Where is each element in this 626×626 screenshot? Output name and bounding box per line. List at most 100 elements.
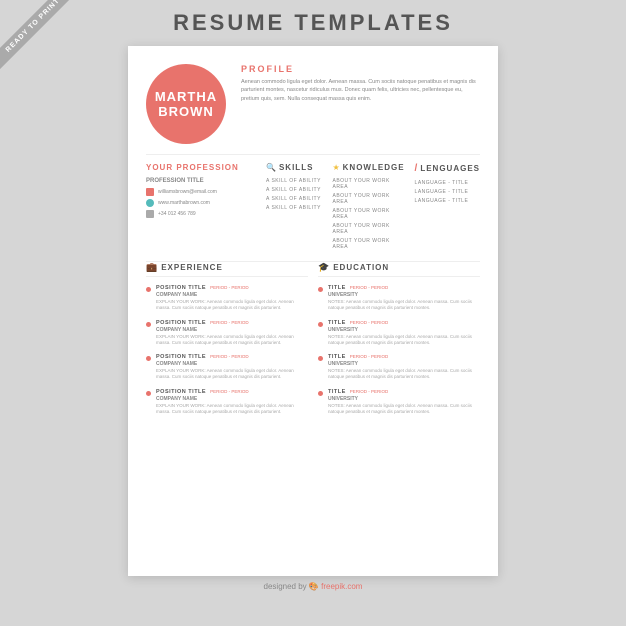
edu-desc-4: NOTES: Aenean commodo ligula eget dolor.… xyxy=(328,403,480,416)
resume-top-section: MARTHA BROWN PROFILE Aenean commodo ligu… xyxy=(128,46,498,154)
education-item-3: TITLE PERIOD - PERIOD University NOTES: … xyxy=(318,354,480,381)
edu-title-1: TITLE xyxy=(328,285,346,291)
experience-content-3: POSITION TITLE PERIOD - PERIOD COMPANY N… xyxy=(156,354,308,381)
email-icon xyxy=(146,188,154,196)
edu-date-1: PERIOD - PERIOD xyxy=(350,285,389,290)
skills-column: 🔍 SKILLS A SKILL OF ABILITY A SKILL OF A… xyxy=(266,163,322,253)
exp-date-1: PERIOD - PERIOD xyxy=(210,285,249,290)
exp-row-1: POSITION TITLE PERIOD - PERIOD xyxy=(156,285,308,291)
resume-paper: MARTHA BROWN PROFILE Aenean commodo ligu… xyxy=(128,46,498,576)
knowledge-title: KNOWLEDGE xyxy=(343,163,405,172)
search-icon: 🔍 xyxy=(266,163,276,172)
skill-item-3: A SKILL OF ABILITY xyxy=(266,196,322,202)
exp-company-1: COMPANY NAME xyxy=(156,292,308,298)
experience-item-3: POSITION TITLE PERIOD - PERIOD COMPANY N… xyxy=(146,354,308,381)
exp-company-2: COMPANY NAME xyxy=(156,327,308,333)
skills-title: SKILLS xyxy=(279,163,313,172)
education-content-2: TITLE PERIOD - PERIOD University NOTES: … xyxy=(328,320,480,347)
avatar-circle: MARTHA BROWN xyxy=(146,64,226,144)
edu-desc-3: NOTES: Aenean commodo ligula eget dolor.… xyxy=(328,368,480,381)
education-content-3: TITLE PERIOD - PERIOD University NOTES: … xyxy=(328,354,480,381)
contact-email-text: williamsbrown@email.com xyxy=(158,189,217,195)
footer-brand: 🎨 freepik.com xyxy=(309,582,363,591)
edu-date-2: PERIOD - PERIOD xyxy=(350,320,389,325)
experience-item-1: POSITION TITLE PERIOD - PERIOD COMPANY N… xyxy=(146,285,308,312)
page-title: RESUME TEMPLATES xyxy=(0,10,626,36)
education-title: EDUCATION xyxy=(333,263,389,272)
edu-date-4: PERIOD - PERIOD xyxy=(350,389,389,394)
skill-item-2: A SKILL OF ABILITY xyxy=(266,187,322,193)
knowledge-column: ★ KNOWLEDGE ABOUT YOUR WORK AREA ABOUT Y… xyxy=(332,163,404,253)
contact-phone: +34 012 456 789 xyxy=(146,210,256,218)
exp-desc-3: EXPLAIN YOUR WORK: Aenean commodo ligula… xyxy=(156,368,308,381)
exp-row-3: POSITION TITLE PERIOD - PERIOD xyxy=(156,354,308,360)
profile-section: PROFILE Aenean commodo ligula eget dolor… xyxy=(241,64,480,103)
experience-content-2: POSITION TITLE PERIOD - PERIOD COMPANY N… xyxy=(156,320,308,347)
education-item-2: TITLE PERIOD - PERIOD University NOTES: … xyxy=(318,320,480,347)
experience-column: 💼 EXPERIENCE POSITION TITLE PERIOD - PER… xyxy=(146,262,308,423)
exp-title-1: POSITION TITLE xyxy=(156,285,206,291)
briefcase-icon: 💼 xyxy=(146,262,157,273)
edu-company-1: University xyxy=(328,292,480,298)
timeline-dot-2 xyxy=(146,322,151,327)
edu-row-1: TITLE PERIOD - PERIOD xyxy=(328,285,480,291)
knowledge-item-2: ABOUT YOUR WORK AREA xyxy=(332,193,404,205)
languages-column: / LENGUAGES LANGUAGE - TITLE LANGUAGE - … xyxy=(415,163,480,253)
contact-web: www.marthabrown.com xyxy=(146,199,256,207)
skill-item-4: A SKILL OF ABILITY xyxy=(266,205,322,211)
language-item-1: LANGUAGE - TITLE xyxy=(415,180,480,186)
knowledge-item-3: ABOUT YOUR WORK AREA xyxy=(332,208,404,220)
edu-dot-3 xyxy=(318,356,323,361)
exp-row-4: POSITION TITLE PERIOD - PERIOD xyxy=(156,389,308,395)
exp-desc-1: EXPLAIN YOUR WORK: Aenean commodo ligula… xyxy=(156,299,308,312)
ribbon-text: READY TO PRINT xyxy=(0,0,77,70)
profile-text: Aenean commodo ligula eget dolor. Aenean… xyxy=(241,78,480,103)
timeline-dot-1 xyxy=(146,287,151,292)
education-column: 🎓 EDUCATION TITLE PERIOD - PERIOD Univer… xyxy=(318,262,480,423)
skill-item-1: A SKILL OF ABILITY xyxy=(266,178,322,184)
edu-desc-2: NOTES: Aenean commodo ligula eget dolor.… xyxy=(328,334,480,347)
edu-dot-4 xyxy=(318,391,323,396)
footer-text: designed by xyxy=(264,582,307,591)
name-first: MARTHA xyxy=(155,89,217,104)
contact-web-text: www.marthabrown.com xyxy=(158,200,210,206)
edu-row-4: TITLE PERIOD - PERIOD xyxy=(328,389,480,395)
experience-content-1: POSITION TITLE PERIOD - PERIOD COMPANY N… xyxy=(156,285,308,312)
education-content-1: TITLE PERIOD - PERIOD University NOTES: … xyxy=(328,285,480,312)
web-icon xyxy=(146,199,154,207)
graduation-icon: 🎓 xyxy=(318,262,329,273)
name-last: BROWN xyxy=(158,104,214,119)
exp-date-3: PERIOD - PERIOD xyxy=(210,354,249,359)
education-item-1: TITLE PERIOD - PERIOD University NOTES: … xyxy=(318,285,480,312)
knowledge-item-5: ABOUT YOUR WORK AREA xyxy=(332,238,404,250)
exp-title-2: POSITION TITLE xyxy=(156,320,206,326)
exp-date-4: PERIOD - PERIOD xyxy=(210,389,249,394)
languages-header: / LENGUAGES xyxy=(415,163,480,174)
ready-to-print-ribbon: READY TO PRINT xyxy=(0,0,90,90)
resume-bottom-section: 💼 EXPERIENCE POSITION TITLE PERIOD - PER… xyxy=(128,262,498,438)
edu-title-3: TITLE xyxy=(328,354,346,360)
contact-email: williamsbrown@email.com xyxy=(146,188,256,196)
exp-desc-2: EXPLAIN YOUR WORK: Aenean commodo ligula… xyxy=(156,334,308,347)
contact-phone-text: +34 012 456 789 xyxy=(158,211,196,217)
star-icon: ★ xyxy=(332,163,339,172)
education-content-4: TITLE PERIOD - PERIOD University NOTES: … xyxy=(328,389,480,416)
edu-company-2: University xyxy=(328,327,480,333)
edu-row-3: TITLE PERIOD - PERIOD xyxy=(328,354,480,360)
timeline-dot-4 xyxy=(146,391,151,396)
exp-company-4: COMPANY NAME xyxy=(156,396,308,402)
profession-column: YOUR PROFESSION PROFESSION TITLE william… xyxy=(146,163,256,253)
edu-title-2: TITLE xyxy=(328,320,346,326)
knowledge-item-4: ABOUT YOUR WORK AREA xyxy=(332,223,404,235)
edu-row-2: TITLE PERIOD - PERIOD xyxy=(328,320,480,326)
edu-company-3: University xyxy=(328,361,480,367)
exp-title-4: POSITION TITLE xyxy=(156,389,206,395)
language-item-2: LANGUAGE - TITLE xyxy=(415,189,480,195)
edu-dot-2 xyxy=(318,322,323,327)
resume-mid-section: YOUR PROFESSION PROFESSION TITLE william… xyxy=(128,155,498,261)
languages-title: LENGUAGES xyxy=(420,164,480,173)
profession-title: PROFESSION TITLE xyxy=(146,178,256,184)
page-header: RESUME TEMPLATES xyxy=(0,0,626,44)
exp-date-2: PERIOD - PERIOD xyxy=(210,320,249,325)
skills-header: 🔍 SKILLS xyxy=(266,163,322,172)
